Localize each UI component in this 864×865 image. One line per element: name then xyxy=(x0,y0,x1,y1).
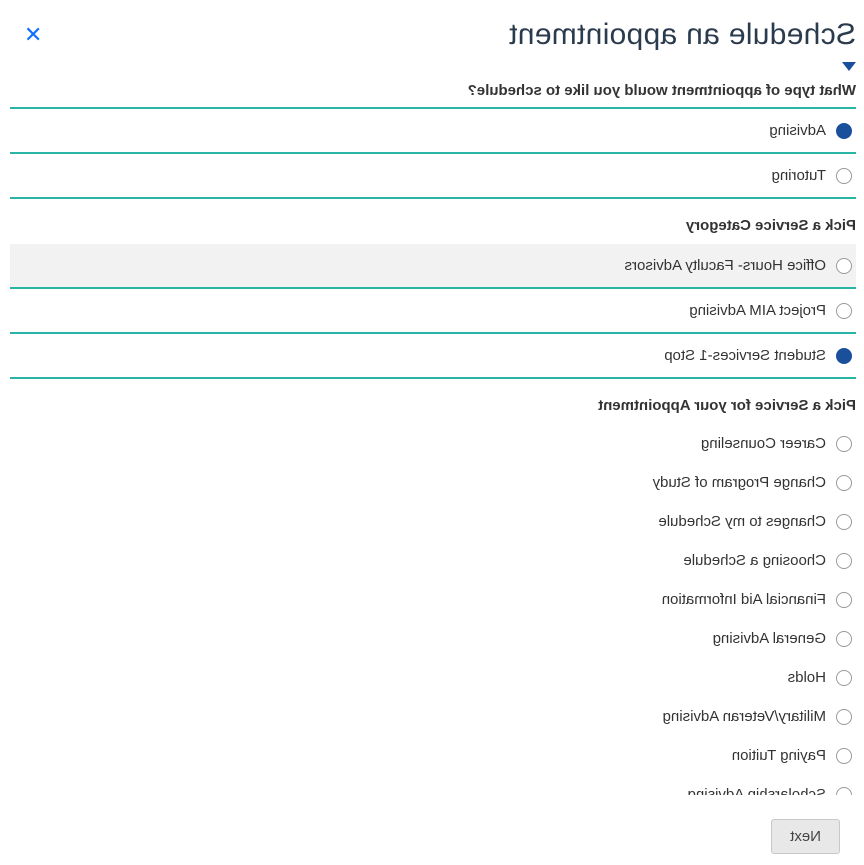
dropdown-indicator[interactable] xyxy=(10,58,856,76)
option-label: Change Program of Study xyxy=(653,474,826,491)
radio-icon xyxy=(836,670,852,686)
scroll-panel[interactable]: Schedule an appointment ✕ What type of a… xyxy=(10,0,864,795)
option-career-counseling[interactable]: Career Counseling xyxy=(10,424,856,463)
next-button[interactable]: Next xyxy=(771,819,840,854)
radio-icon xyxy=(836,787,852,796)
radio-icon xyxy=(836,748,852,764)
option-choosing-schedule[interactable]: Choosing a Schedule xyxy=(10,541,856,580)
option-advising[interactable]: Advising xyxy=(10,109,856,154)
option-paying-tuition[interactable]: Paying Tuition xyxy=(10,736,856,775)
radio-icon xyxy=(836,123,852,139)
header-row: Schedule an appointment ✕ xyxy=(10,18,856,52)
radio-icon xyxy=(836,303,852,319)
radio-icon xyxy=(836,514,852,530)
option-label: Scholarship Advising xyxy=(688,786,826,795)
option-project-aim[interactable]: Project AIM Advising xyxy=(10,289,856,334)
option-label: General Advising xyxy=(713,630,826,647)
option-changes-schedule[interactable]: Changes to my Schedule xyxy=(10,502,856,541)
footer-bar: Next xyxy=(0,807,864,865)
radio-icon xyxy=(836,592,852,608)
page-title: Schedule an appointment xyxy=(509,18,856,52)
option-student-services[interactable]: Student Services-1 Stop xyxy=(10,334,856,379)
option-label: Project AIM Advising xyxy=(689,302,826,319)
option-label: Office Hours- Faculty Advisors xyxy=(625,257,826,274)
option-holds[interactable]: Holds xyxy=(10,658,856,697)
option-change-program[interactable]: Change Program of Study xyxy=(10,463,856,502)
radio-icon xyxy=(836,168,852,184)
section-heading-service: Pick a Service for your Appointment xyxy=(10,379,856,424)
radio-icon xyxy=(836,553,852,569)
radio-icon xyxy=(836,631,852,647)
section-heading-service-category: Pick a Service Category xyxy=(10,199,856,244)
close-icon[interactable]: ✕ xyxy=(16,18,50,52)
option-label: Holds xyxy=(788,669,826,686)
radio-icon xyxy=(836,475,852,491)
option-financial-aid[interactable]: Financial Aid Information xyxy=(10,580,856,619)
radio-icon xyxy=(836,436,852,452)
content-area: Schedule an appointment ✕ What type of a… xyxy=(10,0,864,795)
option-military-veteran[interactable]: Military/Veteran Advising xyxy=(10,697,856,736)
option-office-hours[interactable]: Office Hours- Faculty Advisors xyxy=(10,244,856,289)
option-label: Paying Tuition xyxy=(732,747,826,764)
option-label: Advising xyxy=(769,122,826,139)
option-label: Choosing a Schedule xyxy=(683,552,826,569)
option-label: Military/Veteran Advising xyxy=(663,708,826,725)
option-label: Financial Aid Information xyxy=(662,591,826,608)
option-tutoring[interactable]: Tutoring xyxy=(10,154,856,199)
radio-icon xyxy=(836,709,852,725)
chevron-down-icon xyxy=(842,62,856,71)
section-heading-appointment-type: What type of appointment would you like … xyxy=(10,78,856,109)
option-label: Changes to my Schedule xyxy=(658,513,826,530)
option-label: Student Services-1 Stop xyxy=(664,347,826,364)
radio-icon xyxy=(836,348,852,364)
option-label: Tutoring xyxy=(772,167,826,184)
option-label: Career Counseling xyxy=(701,435,826,452)
option-scholarship-advising[interactable]: Scholarship Advising xyxy=(10,775,856,795)
option-general-advising[interactable]: General Advising xyxy=(10,619,856,658)
radio-icon xyxy=(836,258,852,274)
